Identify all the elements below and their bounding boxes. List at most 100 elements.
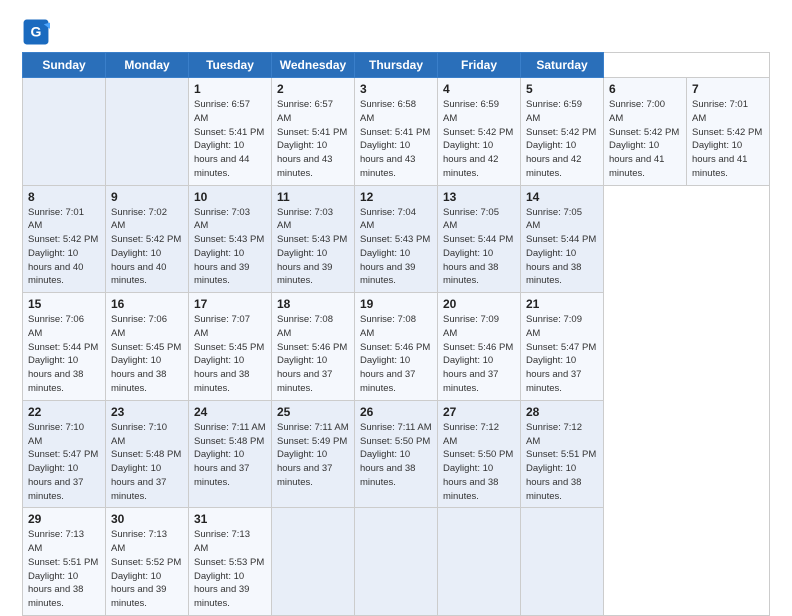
calendar-cell: 24 Sunrise: 7:11 AMSunset: 5:48 PMDaylig… [189, 400, 272, 508]
day-info: Sunrise: 7:06 AMSunset: 5:45 PMDaylight:… [111, 314, 181, 394]
calendar-table: SundayMondayTuesdayWednesdayThursdayFrid… [22, 52, 770, 616]
day-info: Sunrise: 7:13 AMSunset: 5:52 PMDaylight:… [111, 529, 181, 609]
day-info: Sunrise: 7:11 AMSunset: 5:48 PMDaylight:… [194, 422, 266, 488]
day-number: 9 [111, 190, 183, 204]
day-info: Sunrise: 7:09 AMSunset: 5:46 PMDaylight:… [443, 314, 513, 394]
day-info: Sunrise: 7:03 AMSunset: 5:43 PMDaylight:… [277, 207, 347, 287]
svg-text:G: G [31, 24, 42, 40]
day-number: 6 [609, 82, 681, 96]
calendar-cell: 15 Sunrise: 7:06 AMSunset: 5:44 PMDaylig… [23, 293, 106, 401]
day-number: 14 [526, 190, 598, 204]
calendar-cell: 8 Sunrise: 7:01 AMSunset: 5:42 PMDayligh… [23, 185, 106, 293]
calendar-header-friday: Friday [438, 53, 521, 78]
calendar-header-sunday: Sunday [23, 53, 106, 78]
day-number: 15 [28, 297, 100, 311]
page: G SundayMondayTuesdayWednesdayThursdayFr… [0, 0, 792, 612]
day-info: Sunrise: 7:01 AMSunset: 5:42 PMDaylight:… [28, 207, 98, 287]
calendar-cell: 14 Sunrise: 7:05 AMSunset: 5:44 PMDaylig… [521, 185, 604, 293]
header: G [22, 18, 770, 46]
calendar-cell: 12 Sunrise: 7:04 AMSunset: 5:43 PMDaylig… [355, 185, 438, 293]
calendar-cell: 13 Sunrise: 7:05 AMSunset: 5:44 PMDaylig… [438, 185, 521, 293]
calendar-header-tuesday: Tuesday [189, 53, 272, 78]
day-number: 2 [277, 82, 349, 96]
day-number: 24 [194, 405, 266, 419]
calendar-cell: 11 Sunrise: 7:03 AMSunset: 5:43 PMDaylig… [272, 185, 355, 293]
day-number: 28 [526, 405, 598, 419]
calendar-cell [106, 78, 189, 186]
calendar-cell: 22 Sunrise: 7:10 AMSunset: 5:47 PMDaylig… [23, 400, 106, 508]
day-number: 23 [111, 405, 183, 419]
day-number: 5 [526, 82, 598, 96]
day-number: 19 [360, 297, 432, 311]
calendar-cell: 18 Sunrise: 7:08 AMSunset: 5:46 PMDaylig… [272, 293, 355, 401]
logo: G [22, 18, 56, 46]
calendar-cell: 31 Sunrise: 7:13 AMSunset: 5:53 PMDaylig… [189, 508, 272, 616]
day-number: 3 [360, 82, 432, 96]
day-number: 29 [28, 512, 100, 526]
calendar-cell: 3 Sunrise: 6:58 AMSunset: 5:41 PMDayligh… [355, 78, 438, 186]
calendar-cell: 16 Sunrise: 7:06 AMSunset: 5:45 PMDaylig… [106, 293, 189, 401]
day-number: 17 [194, 297, 266, 311]
calendar-cell [521, 508, 604, 616]
day-number: 11 [277, 190, 349, 204]
day-info: Sunrise: 7:08 AMSunset: 5:46 PMDaylight:… [360, 314, 430, 394]
day-info: Sunrise: 7:01 AMSunset: 5:42 PMDaylight:… [692, 99, 762, 179]
day-number: 4 [443, 82, 515, 96]
calendar-cell: 25 Sunrise: 7:11 AMSunset: 5:49 PMDaylig… [272, 400, 355, 508]
day-info: Sunrise: 7:12 AMSunset: 5:51 PMDaylight:… [526, 422, 596, 502]
calendar-cell: 21 Sunrise: 7:09 AMSunset: 5:47 PMDaylig… [521, 293, 604, 401]
day-number: 20 [443, 297, 515, 311]
calendar-cell: 4 Sunrise: 6:59 AMSunset: 5:42 PMDayligh… [438, 78, 521, 186]
calendar-cell: 2 Sunrise: 6:57 AMSunset: 5:41 PMDayligh… [272, 78, 355, 186]
day-number: 12 [360, 190, 432, 204]
calendar-week-5: 29 Sunrise: 7:13 AMSunset: 5:51 PMDaylig… [23, 508, 770, 616]
day-number: 10 [194, 190, 266, 204]
day-number: 22 [28, 405, 100, 419]
calendar-cell [272, 508, 355, 616]
day-number: 16 [111, 297, 183, 311]
day-info: Sunrise: 6:59 AMSunset: 5:42 PMDaylight:… [443, 99, 513, 179]
calendar-cell: 20 Sunrise: 7:09 AMSunset: 5:46 PMDaylig… [438, 293, 521, 401]
day-number: 31 [194, 512, 266, 526]
day-info: Sunrise: 7:03 AMSunset: 5:43 PMDaylight:… [194, 207, 264, 287]
day-info: Sunrise: 7:09 AMSunset: 5:47 PMDaylight:… [526, 314, 596, 394]
calendar-cell: 1 Sunrise: 6:57 AMSunset: 5:41 PMDayligh… [189, 78, 272, 186]
calendar-cell: 10 Sunrise: 7:03 AMSunset: 5:43 PMDaylig… [189, 185, 272, 293]
logo-icon: G [22, 18, 50, 46]
calendar-header-saturday: Saturday [521, 53, 604, 78]
day-info: Sunrise: 7:00 AMSunset: 5:42 PMDaylight:… [609, 99, 679, 179]
day-info: Sunrise: 6:57 AMSunset: 5:41 PMDaylight:… [194, 99, 264, 179]
calendar-cell: 19 Sunrise: 7:08 AMSunset: 5:46 PMDaylig… [355, 293, 438, 401]
calendar-cell: 28 Sunrise: 7:12 AMSunset: 5:51 PMDaylig… [521, 400, 604, 508]
day-number: 7 [692, 82, 764, 96]
day-number: 30 [111, 512, 183, 526]
day-number: 1 [194, 82, 266, 96]
calendar-week-4: 22 Sunrise: 7:10 AMSunset: 5:47 PMDaylig… [23, 400, 770, 508]
day-info: Sunrise: 7:05 AMSunset: 5:44 PMDaylight:… [526, 207, 596, 287]
day-info: Sunrise: 7:10 AMSunset: 5:47 PMDaylight:… [28, 422, 98, 502]
calendar-header-row: SundayMondayTuesdayWednesdayThursdayFrid… [23, 53, 770, 78]
calendar-cell: 7 Sunrise: 7:01 AMSunset: 5:42 PMDayligh… [687, 78, 770, 186]
day-info: Sunrise: 6:59 AMSunset: 5:42 PMDaylight:… [526, 99, 596, 179]
calendar-cell: 5 Sunrise: 6:59 AMSunset: 5:42 PMDayligh… [521, 78, 604, 186]
calendar-cell: 17 Sunrise: 7:07 AMSunset: 5:45 PMDaylig… [189, 293, 272, 401]
calendar-cell: 30 Sunrise: 7:13 AMSunset: 5:52 PMDaylig… [106, 508, 189, 616]
day-info: Sunrise: 6:57 AMSunset: 5:41 PMDaylight:… [277, 99, 347, 179]
day-info: Sunrise: 7:07 AMSunset: 5:45 PMDaylight:… [194, 314, 264, 394]
day-number: 27 [443, 405, 515, 419]
calendar-cell [355, 508, 438, 616]
day-info: Sunrise: 7:13 AMSunset: 5:51 PMDaylight:… [28, 529, 98, 609]
day-info: Sunrise: 7:08 AMSunset: 5:46 PMDaylight:… [277, 314, 347, 394]
calendar-cell: 29 Sunrise: 7:13 AMSunset: 5:51 PMDaylig… [23, 508, 106, 616]
day-info: Sunrise: 7:11 AMSunset: 5:49 PMDaylight:… [277, 422, 349, 488]
day-info: Sunrise: 7:10 AMSunset: 5:48 PMDaylight:… [111, 422, 181, 502]
calendar-cell [438, 508, 521, 616]
calendar-cell: 26 Sunrise: 7:11 AMSunset: 5:50 PMDaylig… [355, 400, 438, 508]
day-info: Sunrise: 7:04 AMSunset: 5:43 PMDaylight:… [360, 207, 430, 287]
calendar-week-2: 8 Sunrise: 7:01 AMSunset: 5:42 PMDayligh… [23, 185, 770, 293]
calendar-header-wednesday: Wednesday [272, 53, 355, 78]
day-number: 13 [443, 190, 515, 204]
day-info: Sunrise: 7:02 AMSunset: 5:42 PMDaylight:… [111, 207, 181, 287]
day-info: Sunrise: 6:58 AMSunset: 5:41 PMDaylight:… [360, 99, 430, 179]
day-number: 8 [28, 190, 100, 204]
